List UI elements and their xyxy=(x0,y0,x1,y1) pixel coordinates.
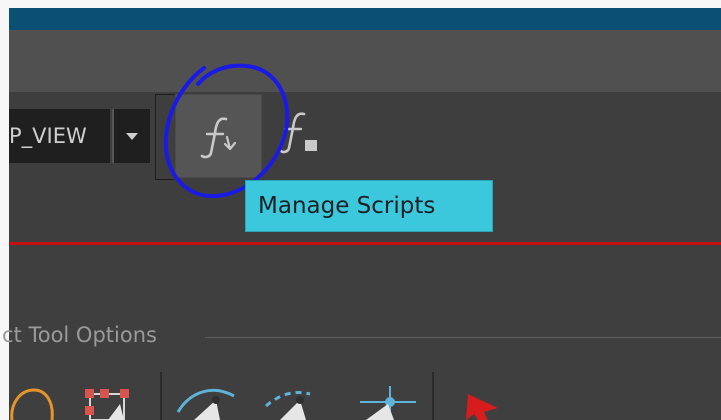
title-bar xyxy=(9,0,721,30)
title-bar-top-strip xyxy=(9,0,721,8)
pen-tool-icon[interactable] xyxy=(260,372,330,420)
toolbar-separator xyxy=(155,94,175,180)
tooltip-text: Manage Scripts xyxy=(258,193,436,219)
transform-icon[interactable] xyxy=(78,372,138,420)
lasso-icon[interactable] xyxy=(4,372,56,420)
chevron-down-icon[interactable] xyxy=(112,109,150,163)
cursor-icon[interactable] xyxy=(452,372,508,420)
tool-separator xyxy=(160,372,162,420)
run-script-icon[interactable] xyxy=(280,110,328,160)
red-divider xyxy=(9,242,721,245)
view-dropdown[interactable]: P_VIEW xyxy=(9,109,110,163)
tool-options-bar xyxy=(0,372,721,420)
manage-scripts-button[interactable] xyxy=(175,94,262,178)
menu-band xyxy=(9,30,721,92)
tool-separator xyxy=(432,372,434,420)
manage-scripts-icon xyxy=(200,117,237,159)
select-tool-icon[interactable] xyxy=(172,372,242,420)
tool-options-title: ct Tool Options xyxy=(2,323,157,347)
tooltip: Manage Scripts xyxy=(245,180,493,232)
left-frame xyxy=(0,0,9,420)
section-rule xyxy=(205,337,721,338)
view-dropdown-value: P_VIEW xyxy=(9,124,87,148)
pivot-tool-icon[interactable] xyxy=(350,372,420,420)
